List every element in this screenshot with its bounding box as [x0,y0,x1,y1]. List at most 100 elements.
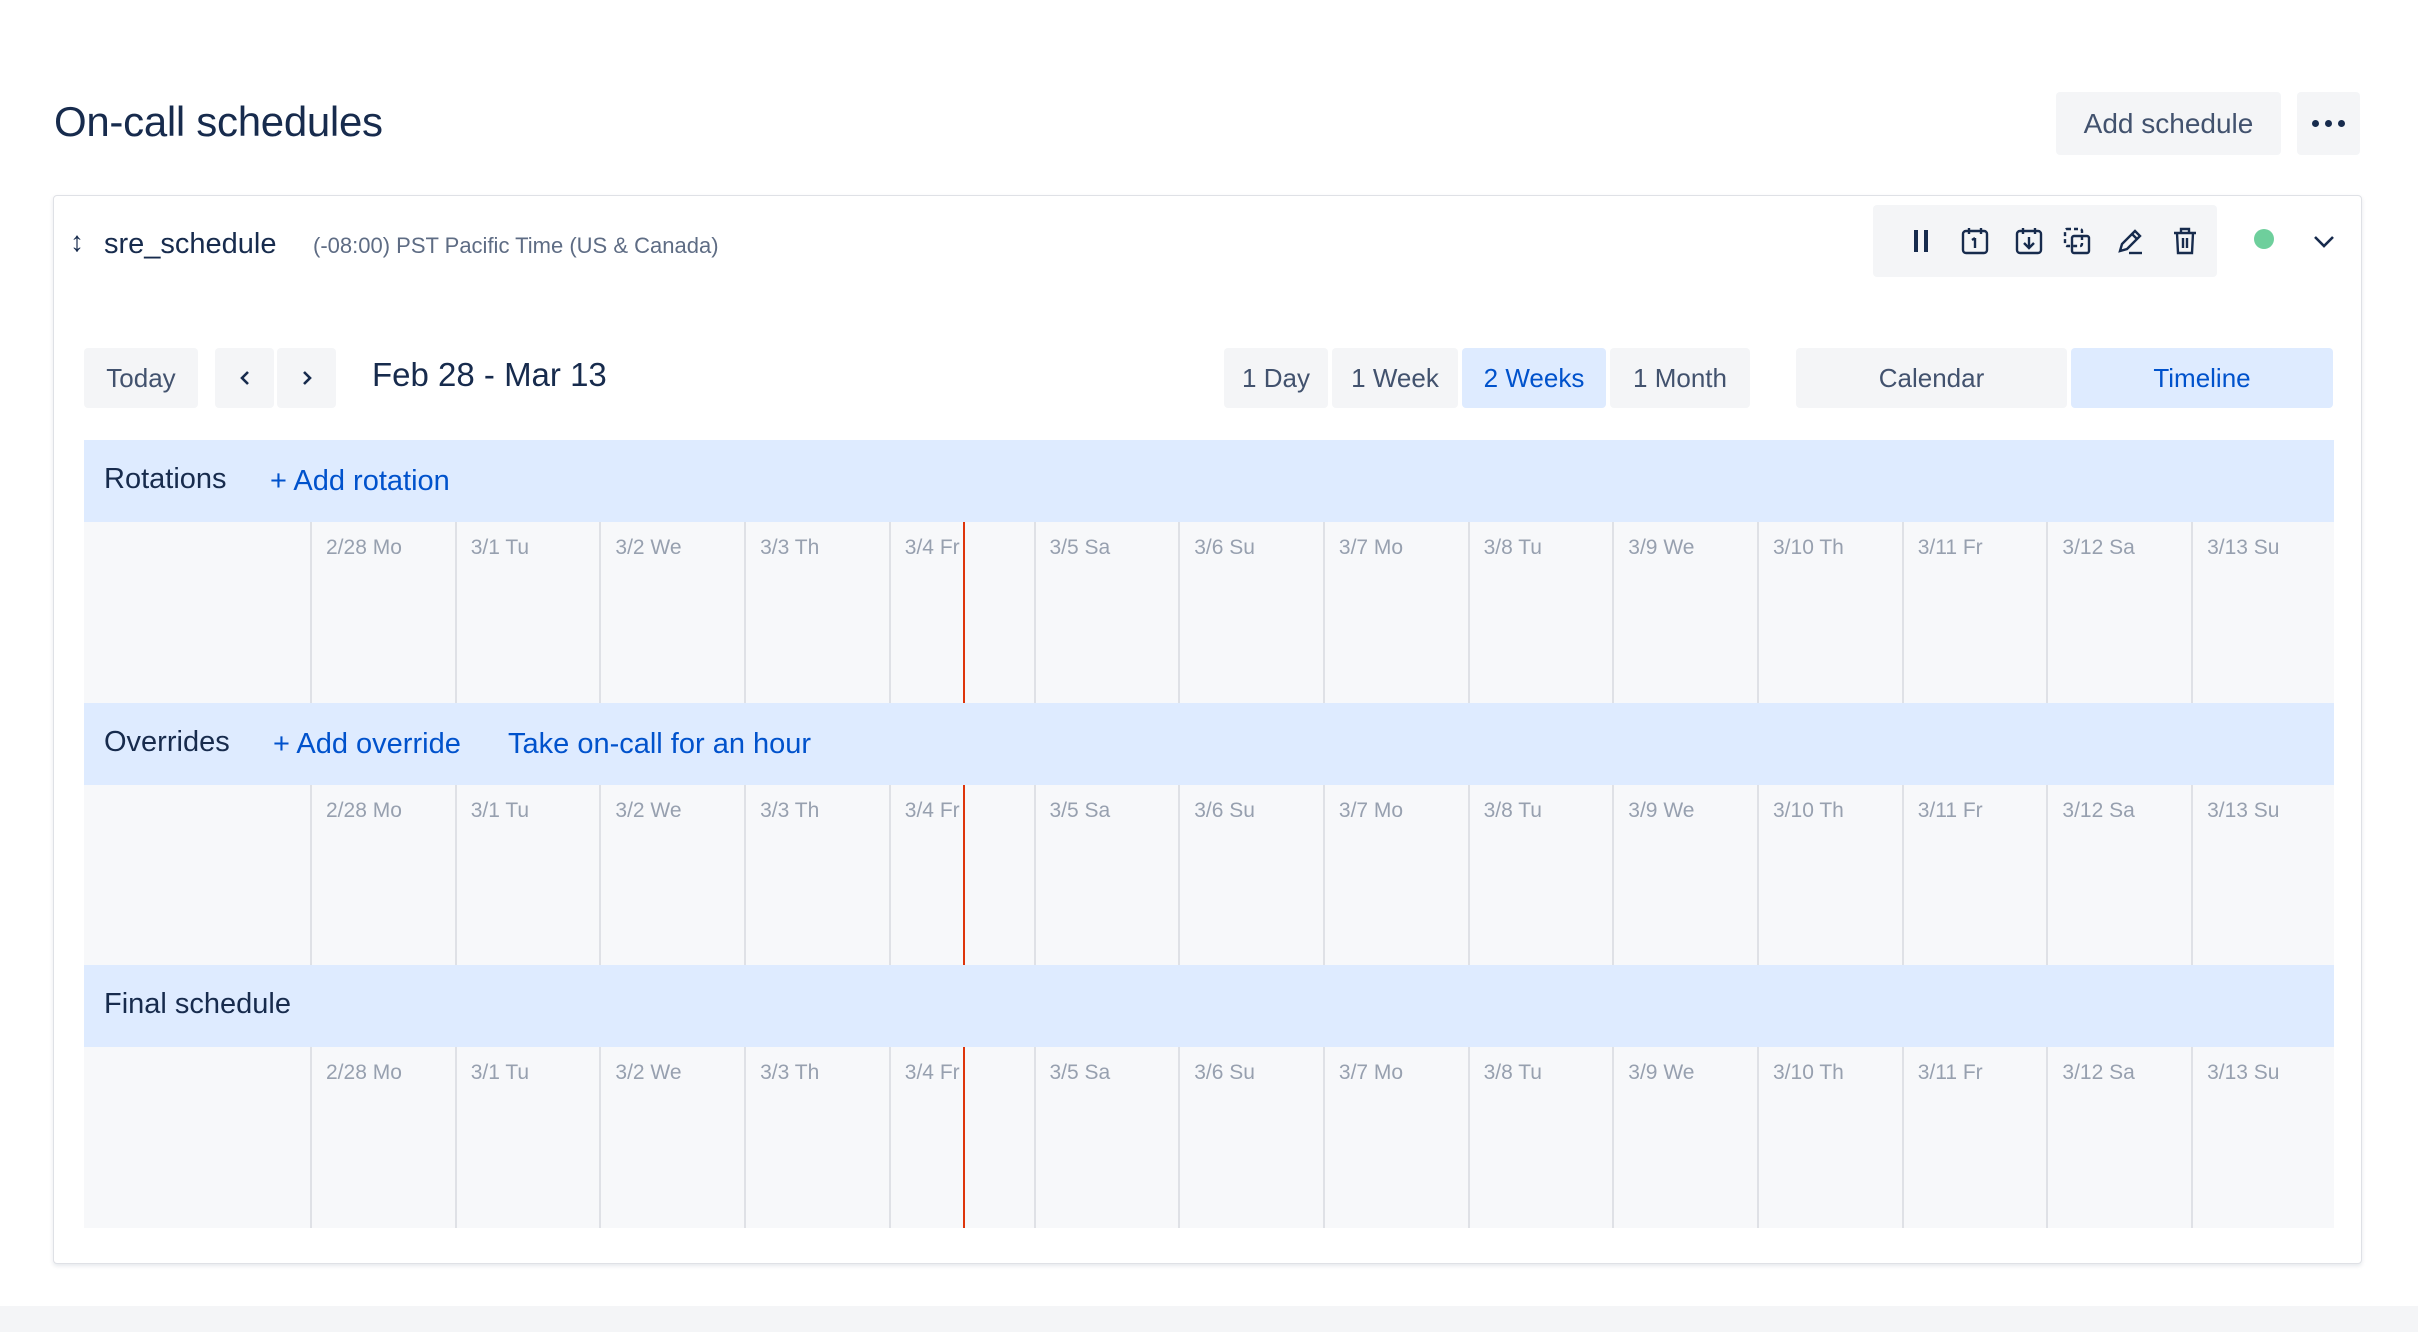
day-label: 3/9 We [1628,536,1695,559]
day-column: 3/10 Th [1757,785,1902,966]
day-column: 3/13 Su [2191,522,2336,703]
range-1-week[interactable]: 1 Week [1332,348,1458,408]
day-label: 3/10 Th [1773,1061,1844,1084]
day-label: 3/13 Su [2207,536,2280,559]
current-time-indicator [963,522,965,703]
day-label: 3/6 Su [1194,799,1255,822]
day-column: 3/3 Th [744,522,889,703]
day-column: 3/9 We [1612,785,1757,966]
day-column: 3/8 Tu [1467,522,1613,703]
pause-icon[interactable] [1905,225,1937,257]
day-label: 3/1 Tu [470,536,530,559]
view-calendar[interactable]: Calendar [1796,348,2067,408]
current-time-indicator [963,1047,965,1228]
day-label: 3/12 Sa [2062,536,2135,559]
day-column: 3/1 Tu [454,1047,600,1228]
today-button[interactable]: Today [84,348,198,408]
range-2-weeks[interactable]: 2 Weeks [1462,348,1606,408]
day-column: 3/12 Sa [2046,522,2191,703]
day-label: 3/5 Sa [1049,1061,1111,1084]
prev-button[interactable] [215,348,274,408]
day-label: 3/8 Tu [1483,536,1542,559]
edit-icon[interactable] [2114,225,2146,257]
day-label: 3/3 Th [760,1061,820,1084]
day-column: 3/5 Sa [1033,785,1179,966]
take-oncall-link[interactable]: Take on-call for an hour [508,728,811,761]
day-column: 3/5 Sa [1033,1047,1179,1228]
day-label: 3/13 Su [2207,1061,2280,1084]
day-label: 3/4 Fr [904,536,960,559]
day-label: 3/10 Th [1773,799,1844,822]
day-column: 3/6 Su [1178,1047,1323,1228]
page-footer-strip [0,1306,2418,1332]
day-column: 3/2 We [599,1047,744,1228]
overrides-timeline: 2/28 Mo 3/1 Tu 3/2 We 3/3 Th 3/4 Fr 3/5 Sa 3/6… [84,785,2334,966]
drag-handle-icon[interactable]: ↕ [70,226,84,258]
day-label: 3/8 Tu [1483,1061,1542,1084]
rotations-title: Rotations [104,463,227,495]
day-column: 2/28 Mo [310,522,455,703]
calendar-day-icon[interactable] [1959,225,1991,257]
copy-icon[interactable] [2061,225,2093,257]
day-label: 3/7 Mo [1338,536,1404,559]
day-column: 3/7 Mo [1322,522,1468,703]
day-column: 3/7 Mo [1322,785,1468,966]
overrides-header: Overrides + Add override Take on-call fo… [84,703,2334,785]
final-schedule-timeline: 2/28 Mo 3/1 Tu 3/2 We 3/3 Th 3/4 Fr 3/5 Sa 3/6… [84,1047,2334,1228]
day-label: 3/2 We [615,799,682,822]
day-label: 3/1 Tu [470,799,530,822]
day-column: 3/6 Su [1178,785,1323,966]
day-column: 2/28 Mo [310,785,455,966]
day-label: 3/3 Th [760,536,820,559]
view-timeline[interactable]: Timeline [2071,348,2333,408]
day-column: 3/7 Mo [1322,1047,1468,1228]
day-column: 3/5 Sa [1033,522,1179,703]
day-label: 2/28 Mo [326,799,402,822]
day-column: 3/13 Su [2191,1047,2336,1228]
day-label: 3/13 Su [2207,799,2280,822]
day-label: 3/5 Sa [1049,799,1111,822]
day-column: 3/1 Tu [454,522,600,703]
range-1-day[interactable]: 1 Day [1224,348,1328,408]
day-label: 3/6 Su [1194,1061,1255,1084]
delete-icon[interactable] [2169,225,2201,257]
schedule-timezone: (-08:00) PST Pacific Time (US & Canada) [313,233,719,258]
add-rotation-link[interactable]: + Add rotation [270,465,450,498]
day-column: 3/4 Fr [888,785,1034,966]
more-options-button[interactable] [2297,92,2360,155]
schedule-actions [1873,205,2217,277]
page-title: On-call schedules [54,98,383,145]
day-column: 3/10 Th [1757,522,1902,703]
day-label: 3/4 Fr [904,1061,960,1084]
chevron-right-icon [302,371,312,385]
day-column: 3/6 Su [1178,522,1323,703]
day-label: 3/10 Th [1773,536,1844,559]
day-label: 3/12 Sa [2062,799,2135,822]
next-button[interactable] [277,348,336,408]
add-schedule-button[interactable]: Add schedule [2056,92,2281,155]
day-label: 3/6 Su [1194,536,1255,559]
day-label: 3/11 Fr [1917,1061,1983,1084]
more-dots-icon [2312,120,2319,127]
range-1-month[interactable]: 1 Month [1610,348,1750,408]
day-column: 3/4 Fr [888,522,1034,703]
day-column: 3/11 Fr [1901,522,2047,703]
current-time-indicator [963,785,965,966]
final-schedule-header: Final schedule [84,965,2334,1047]
day-column: 3/3 Th [744,785,889,966]
overrides-title: Overrides [104,726,230,758]
rotations-header: Rotations + Add rotation [84,440,2334,522]
day-column: 3/11 Fr [1901,785,2047,966]
calendar-export-icon[interactable] [2013,225,2045,257]
schedule-name: sre_schedule [104,228,277,260]
add-override-link[interactable]: + Add override [273,728,461,761]
day-label: 3/9 We [1628,799,1695,822]
day-label: 3/2 We [615,536,682,559]
chevron-left-icon [239,371,249,385]
day-column: 3/11 Fr [1901,1047,2047,1228]
day-column: 3/12 Sa [2046,785,2191,966]
day-column: 3/2 We [599,785,744,966]
day-column: 3/8 Tu [1467,785,1613,966]
chevron-down-icon[interactable] [2309,226,2339,256]
day-label: 3/5 Sa [1049,536,1111,559]
